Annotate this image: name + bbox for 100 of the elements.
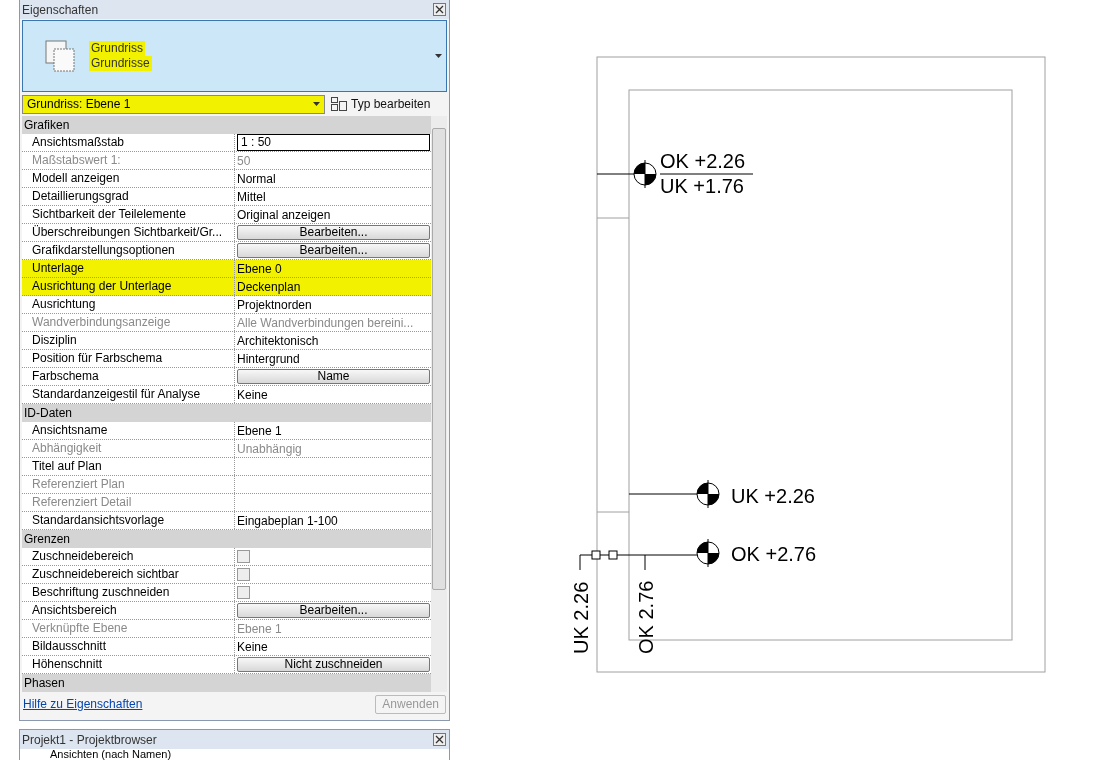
property-label: Modell anzeigen: [22, 170, 235, 187]
group-header[interactable]: Phasen: [22, 674, 431, 692]
property-row[interactable]: Farbschema Name: [22, 368, 431, 386]
property-label: Überschreibungen Sichtbarkeit/Gr...: [22, 224, 235, 241]
type-selector[interactable]: Grundriss Grundrisse: [22, 20, 447, 92]
property-row[interactable]: Unterlage Ebene 0: [22, 260, 431, 278]
property-row[interactable]: Überschreibungen Sichtbarkeit/Gr... Bearbeiten...: [22, 224, 431, 242]
checkbox[interactable]: [237, 568, 250, 581]
boundary-line: [596, 217, 630, 219]
edit-type-icon: [331, 97, 347, 111]
property-value: Alle Wandverbindungen bereini...: [237, 315, 414, 330]
property-button[interactable]: Bearbeiten...: [237, 225, 430, 240]
checkbox[interactable]: [237, 586, 250, 599]
property-value: Ebene 1: [237, 423, 282, 438]
property-value: 50: [237, 153, 251, 168]
scrollbar[interactable]: [431, 116, 447, 692]
property-row[interactable]: Disziplin Architektonisch: [22, 332, 431, 350]
property-label: Ausrichtung: [22, 296, 235, 313]
scale-input-field[interactable]: 1 : 50: [237, 134, 430, 151]
property-value: Keine: [237, 639, 268, 654]
property-label: Disziplin: [22, 332, 235, 349]
property-value: Mittel: [237, 189, 266, 204]
property-label: Zuschneidebereich sichtbar: [22, 566, 235, 583]
elevation-label: OK +2.76: [731, 543, 817, 565]
caret-icon: [313, 102, 320, 106]
leader-line: [628, 493, 698, 495]
property-label: Standardanzeigestil für Analyse: [22, 386, 235, 403]
property-button[interactable]: Nicht zuschneiden: [237, 657, 430, 672]
property-label: Referenziert Plan: [22, 476, 235, 493]
group-header[interactable]: Grafiken: [22, 116, 431, 134]
property-row[interactable]: Beschriftung zuschneiden: [22, 584, 431, 602]
elevation-marker-icon: [696, 538, 720, 568]
property-label: Abhängigkeit: [22, 440, 235, 457]
property-button[interactable]: Bearbeiten...: [237, 603, 430, 618]
property-label: Höhenschnitt: [22, 656, 235, 673]
instance-dropdown[interactable]: Grundriss: Ebene 1: [22, 94, 325, 114]
property-label: Ansichtsbereich: [22, 602, 235, 619]
property-value: Unabhängig: [237, 441, 302, 456]
property-row[interactable]: Ansichtsmaßstab 1 : 50: [22, 134, 431, 152]
property-button[interactable]: Bearbeiten...: [237, 243, 430, 258]
help-link[interactable]: Hilfe zu Eigenschaften: [23, 697, 143, 711]
property-value: Original anzeigen: [237, 207, 331, 222]
group-header[interactable]: Grenzen: [22, 530, 431, 548]
property-label: Ausrichtung der Unterlage: [22, 278, 235, 295]
property-label: Sichtbarkeit der Teilelemente: [22, 206, 235, 223]
elevation-marker-icon: [696, 479, 720, 509]
panel-title: Eigenschaften: [22, 2, 99, 17]
property-row[interactable]: Detaillierungsgrad Mittel: [22, 188, 431, 206]
property-button[interactable]: Name: [237, 369, 430, 384]
property-value: Projektnorden: [237, 297, 312, 312]
property-row[interactable]: Ausrichtung Projektnorden: [22, 296, 431, 314]
elevation-marker-icon: [633, 159, 657, 189]
family-name: Grundriss: [89, 41, 145, 56]
property-value: Deckenplan: [237, 279, 301, 294]
close-icon[interactable]: [433, 3, 446, 16]
property-value: Ebene 1: [237, 621, 282, 636]
property-label: Position für Farbschema: [22, 350, 235, 367]
edit-type-button[interactable]: Typ bearbeiten: [331, 97, 431, 111]
property-label: Grafikdarstellungsoptionen: [22, 242, 235, 259]
property-label: Maßstabswert 1:: [22, 152, 235, 169]
elevation-label: OK 2.76: [635, 580, 657, 654]
property-value: Hintergrund: [237, 351, 300, 366]
property-label: Detaillierungsgrad: [22, 188, 235, 205]
elevation-label: OK +2.26: [660, 150, 746, 172]
type-name: Grundrisse: [89, 56, 152, 71]
caret-icon: [435, 54, 442, 58]
boundary-line: [596, 511, 630, 513]
close-icon[interactable]: [433, 733, 446, 746]
property-value: Eingabeplan 1-100: [237, 513, 338, 528]
elevation-label: UK 2.26: [570, 581, 592, 654]
property-row[interactable]: Titel auf Plan: [22, 458, 431, 476]
panel-title: Projekt1 - Projektbrowser: [22, 732, 157, 747]
property-row[interactable]: Sichtbarkeit der Teilelemente Original anzeigen: [22, 206, 431, 224]
property-label: Unterlage: [22, 260, 235, 277]
elevation-label: UK +1.76: [660, 175, 744, 197]
property-label: Bildausschnitt: [22, 638, 235, 655]
property-label: Titel auf Plan: [22, 458, 235, 475]
property-value: Ebene 0: [237, 261, 282, 276]
property-label: Farbschema: [22, 368, 235, 385]
checkbox[interactable]: [237, 550, 250, 563]
property-row[interactable]: Position für Farbschema Hintergrund: [22, 350, 431, 368]
property-label: Standardansichtsvorlage: [22, 512, 235, 529]
property-row[interactable]: Ausrichtung der Unterlage Deckenplan: [22, 278, 431, 296]
property-row[interactable]: Zuschneidebereich sichtbar: [22, 566, 431, 584]
property-label: Referenziert Detail: [22, 494, 235, 511]
property-value: Architektonisch: [237, 333, 319, 348]
property-row[interactable]: Zuschneidebereich: [22, 548, 431, 566]
group-header[interactable]: ID-Daten: [22, 404, 431, 422]
property-row[interactable]: Ansichtsname Ebene 1: [22, 422, 431, 440]
property-value: Keine: [237, 387, 268, 402]
property-row[interactable]: Bildausschnitt Keine: [22, 638, 431, 656]
property-row[interactable]: Ansichtsbereich Bearbeiten...: [22, 602, 431, 620]
property-label: Ansichtsname: [22, 422, 235, 439]
property-value: Normal: [237, 171, 276, 186]
property-label: Zuschneidebereich: [22, 548, 235, 565]
tree-item[interactable]: Ansichten (nach Namen): [20, 749, 449, 760]
property-label: Beschriftung zuschneiden: [22, 584, 235, 601]
property-row[interactable]: Modell anzeigen Normal: [22, 170, 431, 188]
leader-line: [596, 173, 635, 175]
property-label: Wandverbindungsanzeige: [22, 314, 235, 331]
